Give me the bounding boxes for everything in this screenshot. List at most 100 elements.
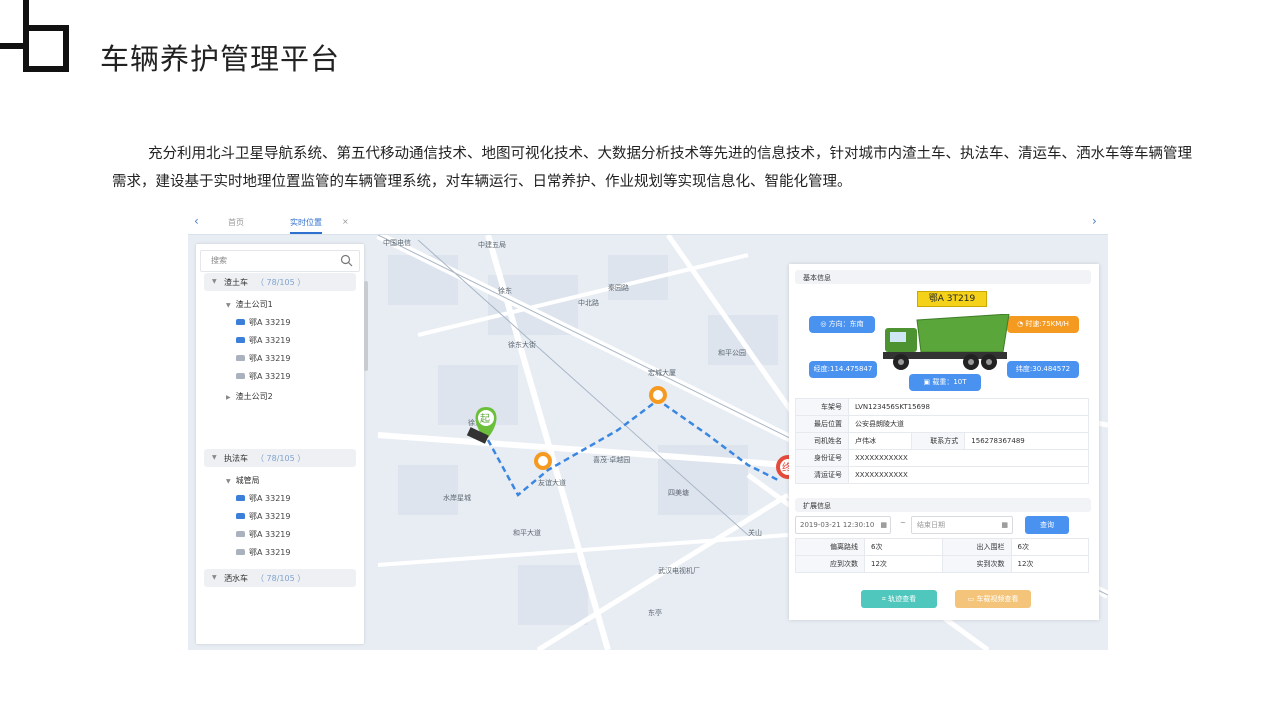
collapse-caret-icon[interactable]: ▼ <box>212 574 217 581</box>
car-icon <box>236 530 245 537</box>
extended-info-table: 偏离路线 6次 出入围栏 6次 应到次数 12次 实到次数 12次 <box>795 538 1089 573</box>
table-row: 司机姓名 卢伟冰 联系方式 15627836748​9 <box>795 432 1089 450</box>
speed-pill: ◔ 时速:75KM/H <box>1007 316 1079 333</box>
vehicle-plate: 鄂A 33219 <box>249 512 291 521</box>
map-label: 徐东 <box>498 286 512 295</box>
load-pill: ▣ 载重：10T <box>909 374 981 391</box>
compass-icon: ◎ <box>820 320 829 328</box>
start-date-value: 2019-03-21 12:30:10 <box>800 521 875 529</box>
collapse-caret-icon[interactable]: ▼ <box>226 302 231 309</box>
table-row: 最后位置 公安县朗陵大道 <box>795 415 1089 433</box>
search-icon[interactable] <box>340 254 353 267</box>
map-label: 武汉电视机厂 <box>658 566 700 575</box>
table-row: 应到次数 12次 实到次数 12次 <box>795 555 1089 573</box>
calendar-icon[interactable]: ▦ <box>880 517 887 533</box>
info-value: XXXXXXXXXXX <box>848 466 1089 484</box>
car-icon <box>236 336 245 343</box>
info-key: 司机姓名 <box>795 432 849 450</box>
track-view-label: 轨迹查看 <box>888 595 917 603</box>
tab-realtime-location[interactable]: 实时位置 <box>290 217 322 234</box>
table-row: 偏离路线 6次 出入围栏 6次 <box>795 538 1089 556</box>
basic-info-table: 车架号 LVN123456SKT15698 最后位置 公安县朗陵大道 司机姓名 卢伟冰… <box>795 398 1089 484</box>
map-label: 徐东大街 <box>508 340 536 349</box>
car-icon <box>236 548 245 555</box>
tree-group-muck-truck[interactable]: ▼ 渣土车 （ 78/105 ） <box>204 273 356 291</box>
car-icon <box>236 372 245 379</box>
direction-pill: ◎ 方向：东南 <box>809 316 875 333</box>
search-placeholder: 搜索 <box>211 256 227 265</box>
tree-vehicle-item[interactable]: 鄂A 33219 <box>236 353 290 364</box>
calendar-icon[interactable]: ▦ <box>1001 517 1008 533</box>
info-key: 联系方式 <box>911 432 966 450</box>
tree-vehicle-item[interactable]: 鄂A 33219 <box>236 371 290 382</box>
vehicle-plate: 鄂A 33219 <box>249 530 291 539</box>
map-label: 中北路 <box>578 298 599 307</box>
section-title: 基本信息 <box>803 274 831 282</box>
section-title: 扩展信息 <box>803 502 831 510</box>
group-count: （ 78/105 ） <box>256 454 306 463</box>
tree-group-enforcement-vehicle[interactable]: ▼ 执法车 （ 78/105 ） <box>204 449 356 467</box>
map-label: 和平大道 <box>513 528 541 537</box>
tree-vehicle-item[interactable]: 鄂A 33219 <box>236 493 290 504</box>
start-marker-label: 起 <box>480 413 490 425</box>
tree-vehicle-item[interactable]: 鄂A 33219 <box>236 547 290 558</box>
car-icon <box>236 494 245 501</box>
map-label: 和平公园 <box>718 348 746 357</box>
description-text: 充分利用北斗卫星导航系统、第五代移动通信技术、地图可视化技术、大数据分析技术等先… <box>112 146 1192 190</box>
info-value: XXXXXXXXXXX <box>848 449 1089 467</box>
table-row: 清运证号 XXXXXXXXXXX <box>795 466 1089 484</box>
plate-number-badge: 鄂A 3T219 <box>917 291 987 307</box>
map-label: 水岸星城 <box>443 493 471 502</box>
map-label: 关山 <box>748 528 762 537</box>
expand-caret-icon[interactable]: ▶ <box>226 394 231 401</box>
tree-group-sprinkler-truck[interactable]: ▼ 洒水车 （ 78/105 ） <box>204 569 356 587</box>
tree-company-2[interactable]: ▶ 渣土公司2 <box>226 391 273 402</box>
page-description: 充分利用北斗卫星导航系统、第五代移动通信技术、地图可视化技术、大数据分析技术等先… <box>112 140 1192 196</box>
query-button[interactable]: 查询 <box>1025 516 1069 534</box>
stat-value: 6次 <box>1010 538 1089 556</box>
stat-value: 6次 <box>864 538 943 556</box>
speed-text: 时速:75KM/H <box>1025 320 1069 328</box>
forward-nav-icon[interactable]: › <box>1092 214 1097 228</box>
tab-home[interactable]: 首页 <box>228 217 244 228</box>
tree-vehicle-item[interactable]: 鄂A 33219 <box>236 511 290 522</box>
stat-value: 12次 <box>864 555 943 573</box>
tree-vehicle-item[interactable]: 鄂A 33219 <box>236 317 290 328</box>
page-title: 车辆养护管理平台 <box>100 42 341 76</box>
box-icon: ▣ <box>923 378 933 386</box>
group-label: 洒水车 <box>224 574 248 583</box>
tree-vehicle-item[interactable]: 鄂A 33219 <box>236 529 290 540</box>
end-date-input[interactable]: 结束日期 ▦ <box>911 516 1013 534</box>
stat-key: 应到次数 <box>795 555 865 573</box>
end-date-placeholder: 结束日期 <box>917 521 945 529</box>
sidebar-scrollbar[interactable] <box>364 281 368 371</box>
map-label: 宏城大厦 <box>648 368 676 377</box>
search-input[interactable]: 搜索 <box>200 250 360 272</box>
dump-truck-icon <box>883 314 1010 370</box>
back-nav-icon[interactable]: ‹ <box>194 214 199 228</box>
collapse-caret-icon[interactable]: ▼ <box>226 478 231 485</box>
stat-value: 12次 <box>1010 555 1089 573</box>
vehicle-marker[interactable] <box>649 386 667 404</box>
start-date-input[interactable]: 2019-03-21 12:30:10 ▦ <box>795 516 891 534</box>
vehicle-marker[interactable] <box>534 452 552 470</box>
tree-company-urban-management[interactable]: ▼ 城管局 <box>226 475 260 486</box>
track-view-button[interactable]: ⌗ 轨迹查看 <box>861 590 937 608</box>
group-label: 渣土车 <box>224 278 248 287</box>
tree-company-1[interactable]: ▼ 渣土公司1 <box>226 299 273 310</box>
info-key: 身份证号 <box>795 449 849 467</box>
info-value: 公安县朗陵大道 <box>848 415 1089 433</box>
app-screenshot: ‹ 首页 实时位置 × › 中国电信 中建五局 徐东 徐东大街 秦园路 友谊大道… <box>188 211 1108 650</box>
tab-close-icon[interactable]: × <box>342 217 349 226</box>
collapse-caret-icon[interactable]: ▼ <box>212 454 217 461</box>
vehicle-plate: 鄂A 33219 <box>249 336 291 345</box>
video-view-button[interactable]: ▭ 车载视频查看 <box>955 590 1031 608</box>
collapse-caret-icon[interactable]: ▼ <box>212 278 217 285</box>
company-label: 城管局 <box>235 476 260 485</box>
map-label: 中建五局 <box>478 240 506 249</box>
company-label: 渣土公司1 <box>235 300 273 309</box>
tab-bar: ‹ 首页 实时位置 × › <box>188 211 1108 235</box>
group-label: 执法车 <box>224 454 248 463</box>
tree-vehicle-item[interactable]: 鄂A 33219 <box>236 335 290 346</box>
map-label: 四美塘 <box>668 488 689 497</box>
